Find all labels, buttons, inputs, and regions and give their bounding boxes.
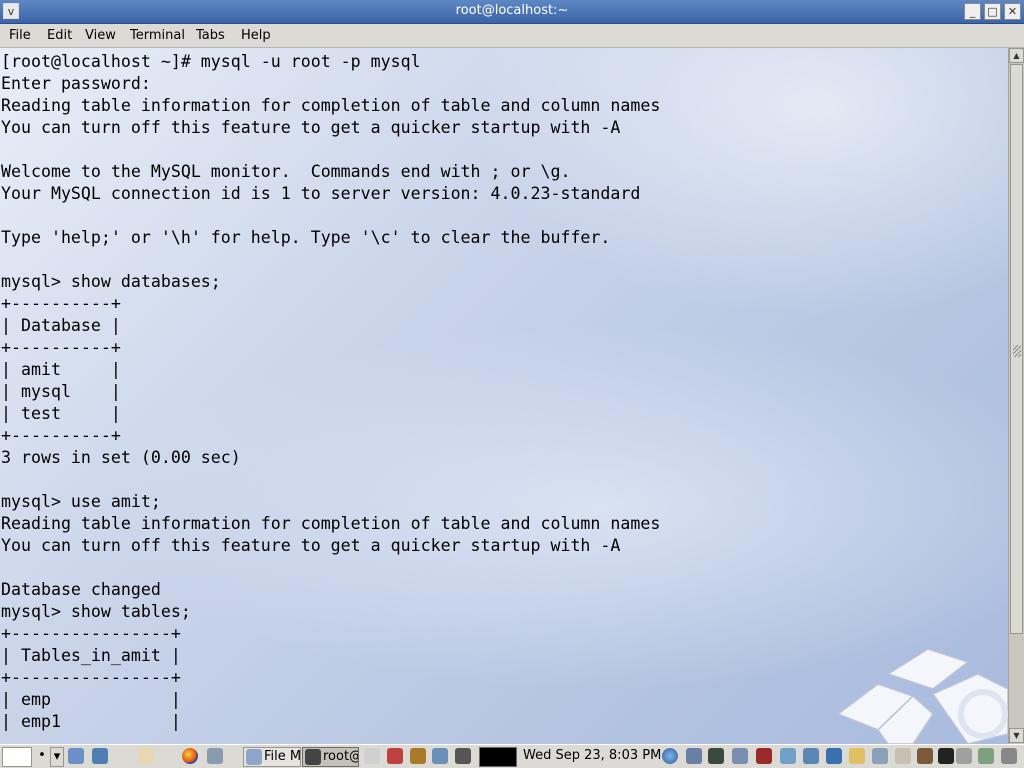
tray-icon-3[interactable]	[732, 748, 748, 764]
terminal-line: +----------------+	[1, 624, 181, 643]
close-button[interactable]: ✕	[1004, 3, 1021, 20]
task-file-manager-label: File M	[264, 749, 301, 764]
user-icon[interactable]	[68, 748, 84, 764]
tools-icon[interactable]	[387, 748, 403, 764]
menu-tabs[interactable]: Tabs	[196, 28, 225, 43]
window-title-bar[interactable]: v root@localhost:~ _ □ ✕	[0, 0, 1024, 24]
menu-bar: File Edit View Terminal Tabs Help	[0, 24, 1024, 48]
terminal-line: Database changed	[1, 580, 161, 599]
camera-icon[interactable]	[455, 748, 471, 764]
scroll-down-arrow[interactable]: ▼	[1009, 728, 1024, 743]
terminal-line: Your MySQL connection id is 1 to server …	[1, 184, 641, 203]
tray-icon-5[interactable]	[780, 748, 796, 764]
terminal-line: [root@localhost ~]# mysql -u root -p mys…	[1, 52, 421, 71]
tray-icon-13[interactable]	[978, 748, 994, 764]
tux-icon[interactable]	[849, 748, 865, 764]
terminal-icon	[305, 749, 321, 765]
tray-icon-8[interactable]	[872, 748, 888, 764]
terminal-line: | Database |	[1, 316, 121, 335]
terminal-line: mysql> show databases;	[1, 272, 221, 291]
terminal-line: | amit |	[1, 360, 121, 379]
tray-icon-2[interactable]	[708, 748, 724, 764]
workspace-switcher[interactable]	[2, 747, 32, 767]
task-file-manager[interactable]: File M	[243, 747, 301, 767]
terminal-line: | mysql |	[1, 382, 121, 401]
tray-icon-7[interactable]	[826, 748, 842, 764]
terminal-line: +----------+	[1, 426, 121, 445]
terminal-line: | emp |	[1, 690, 181, 709]
scroll-up-arrow[interactable]: ▲	[1009, 48, 1024, 63]
tray-icon-1[interactable]	[686, 748, 702, 764]
terminal-line: Enter password:	[1, 74, 151, 93]
tray-icon-4[interactable]	[756, 748, 772, 764]
maximize-button[interactable]: □	[984, 3, 1001, 20]
terminal-line: mysql> use amit;	[1, 492, 161, 511]
task-terminal[interactable]: root@	[302, 747, 359, 767]
tray-icon-12[interactable]	[956, 748, 972, 764]
menu-help[interactable]: Help	[241, 28, 271, 43]
terminal-line: Reading table information for completion…	[1, 514, 661, 533]
clock[interactable]: Wed Sep 23, 8:03 PM	[523, 748, 661, 763]
network-icon[interactable]	[92, 748, 108, 764]
terminal-line: You can turn off this feature to get a q…	[1, 118, 621, 137]
terminal-area[interactable]: [root@localhost ~]# mysql -u root -p mys…	[0, 48, 1008, 744]
minimize-button[interactable]: _	[964, 3, 981, 20]
terminal-line: | test |	[1, 404, 121, 423]
task-terminal-label: root@	[323, 749, 359, 764]
tray-icon-6[interactable]	[803, 748, 819, 764]
menu-view[interactable]: View	[85, 28, 116, 43]
file-manager-icon	[246, 749, 262, 765]
mail-icon[interactable]	[207, 748, 223, 764]
update-icon[interactable]	[662, 748, 678, 764]
menu-terminal[interactable]: Terminal	[130, 28, 185, 43]
system-monitor[interactable]	[479, 747, 517, 767]
menu-edit[interactable]: Edit	[47, 28, 72, 43]
scroll-grip-icon	[1013, 345, 1021, 357]
terminal-output: [root@localhost ~]# mysql -u root -p mys…	[1, 51, 660, 733]
terminal-line: 3 rows in set (0.00 sec)	[1, 448, 241, 467]
terminal-line: | Tables_in_amit |	[1, 646, 181, 665]
background-logo-decoration	[836, 648, 1008, 744]
scroll-thumb[interactable]	[1010, 64, 1023, 634]
images-icon[interactable]	[432, 748, 448, 764]
terminal-line: +----------+	[1, 294, 121, 313]
terminal-line: Welcome to the MySQL monitor. Commands e…	[1, 162, 571, 181]
terminal-line: +----------------+	[1, 668, 181, 687]
terminal-line: Type 'help;' or '\h' for help. Type '\c'…	[1, 228, 611, 247]
terminal-scrollbar[interactable]: ▲ ▼	[1008, 48, 1024, 744]
volume-icon[interactable]	[1001, 748, 1017, 764]
menu-file[interactable]: File	[9, 28, 31, 43]
bottom-panel: • ▾ File M root@ Wed Sep 23, 8:03 PM	[0, 744, 1024, 768]
window-title: root@localhost:~	[455, 3, 569, 18]
tray-icon-11[interactable]	[938, 748, 954, 764]
tray-icon-10[interactable]	[917, 748, 933, 764]
workspace-dot[interactable]: •	[35, 747, 49, 767]
tray-icon-9[interactable]	[895, 748, 911, 764]
notes-icon[interactable]	[410, 748, 426, 764]
panel-dropdown-button[interactable]: ▾	[50, 747, 64, 767]
applet-icon[interactable]	[138, 748, 154, 764]
search-icon[interactable]	[364, 748, 380, 764]
terminal-line: +----------+	[1, 338, 121, 357]
terminal-line: | emp1 |	[1, 712, 181, 731]
terminal-line: You can turn off this feature to get a q…	[1, 536, 621, 555]
firefox-icon[interactable]	[182, 748, 198, 764]
terminal-line: Reading table information for completion…	[1, 96, 661, 115]
terminal-line: mysql> show tables;	[1, 602, 191, 621]
